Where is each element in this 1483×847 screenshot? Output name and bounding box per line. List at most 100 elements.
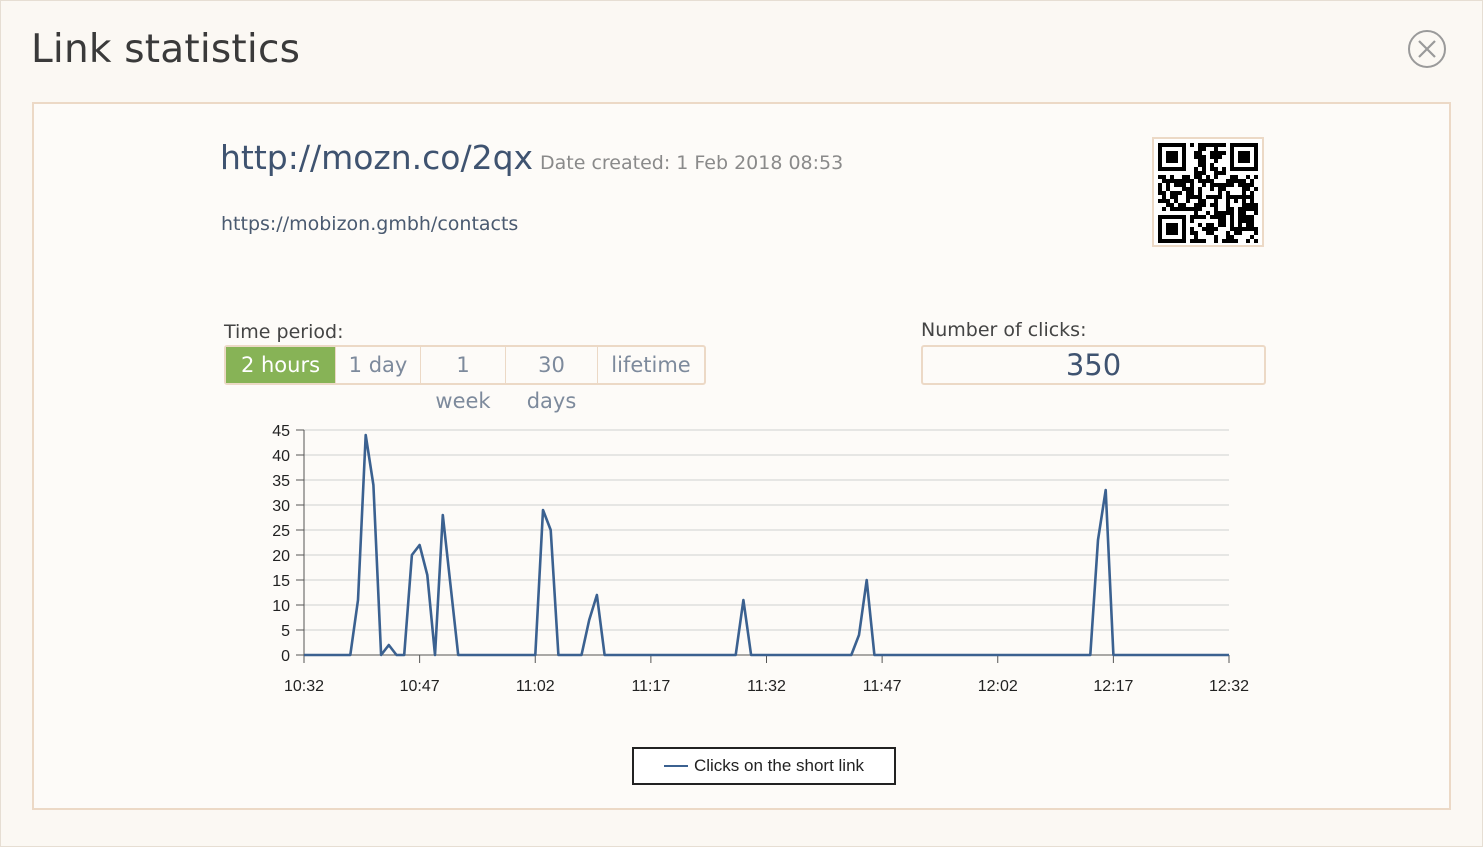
period-2-hours-button[interactable]: 2 hours	[226, 347, 335, 383]
qr-module	[1242, 207, 1246, 211]
qr-module	[1198, 143, 1202, 147]
qr-module	[1178, 183, 1182, 187]
y-tick-label: 25	[272, 523, 290, 540]
qr-module	[1178, 203, 1182, 207]
qr-module	[1190, 239, 1194, 243]
qr-module	[1242, 199, 1246, 203]
qr-module	[1214, 227, 1218, 231]
qr-module	[1198, 199, 1202, 203]
qr-module	[1230, 175, 1234, 179]
qr-module	[1202, 143, 1206, 147]
qr-module	[1230, 215, 1234, 219]
qr-module	[1174, 183, 1178, 187]
qr-module	[1206, 143, 1210, 147]
x-tick-label: 12:02	[978, 678, 1018, 695]
qr-module	[1250, 227, 1254, 231]
qr-module	[1246, 175, 1250, 179]
qr-module	[1222, 143, 1226, 147]
qr-module	[1162, 199, 1166, 203]
qr-module	[1242, 219, 1246, 223]
qr-module	[1250, 215, 1254, 219]
qr-module	[1226, 235, 1230, 239]
qr-module	[1206, 175, 1210, 179]
long-url[interactable]: https://mobizon.gmbh/contacts	[221, 213, 518, 235]
legend-label: Clicks on the short link	[693, 756, 865, 775]
qr-module	[1222, 219, 1226, 223]
qr-module	[1198, 155, 1202, 159]
x-tick-label: 12:17	[1093, 678, 1133, 695]
qr-module	[1194, 167, 1198, 171]
qr-module	[1210, 167, 1214, 171]
qr-module	[1242, 203, 1246, 207]
qr-module	[1242, 187, 1246, 191]
period-1-day-button[interactable]: 1 day	[335, 347, 420, 383]
qr-module	[1174, 179, 1178, 183]
qr-module	[1186, 175, 1190, 179]
qr-module	[1206, 223, 1210, 227]
qr-module	[1202, 239, 1206, 243]
qr-module	[1206, 231, 1210, 235]
qr-module	[1250, 183, 1254, 187]
qr-module	[1174, 207, 1178, 211]
qr-module	[1198, 151, 1202, 155]
qr-module	[1190, 207, 1194, 211]
period-lifetime-button[interactable]: lifetime	[597, 347, 704, 383]
qr-module	[1238, 207, 1242, 211]
qr-module	[1230, 239, 1234, 243]
y-tick-label: 20	[272, 548, 290, 565]
qr-module	[1218, 187, 1222, 191]
period-1-week-button[interactable]: 1 week	[420, 347, 505, 413]
qr-module	[1218, 143, 1222, 147]
qr-module	[1254, 231, 1258, 235]
qr-module	[1174, 199, 1178, 203]
qr-module	[1206, 227, 1210, 231]
qr-module	[1190, 227, 1194, 231]
qr-module	[1234, 175, 1238, 179]
qr-module	[1210, 195, 1214, 199]
x-tick-label: 10:32	[284, 678, 324, 695]
qr-module	[1186, 195, 1190, 199]
short-link[interactable]: http://mozn.co/2qx	[220, 138, 533, 177]
y-tick-label: 10	[272, 598, 290, 615]
qr-module	[1182, 203, 1186, 207]
qr-module	[1214, 167, 1218, 171]
qr-module	[1202, 183, 1206, 187]
period-30-days-button[interactable]: 30 days	[505, 347, 597, 413]
qr-module	[1198, 175, 1202, 179]
qr-module	[1198, 187, 1202, 191]
qr-module	[1178, 191, 1182, 195]
qr-module	[1194, 195, 1198, 199]
qr-module	[1166, 179, 1170, 183]
qr-module	[1218, 211, 1222, 215]
close-button[interactable]	[1408, 30, 1446, 68]
qr-module	[1218, 195, 1222, 199]
qr-module	[1174, 191, 1178, 195]
qr-module	[1210, 155, 1214, 159]
qr-module	[1218, 171, 1222, 175]
qr-module	[1206, 211, 1210, 215]
qr-module	[1254, 203, 1258, 207]
qr-module	[1222, 171, 1226, 175]
qr-module	[1218, 215, 1222, 219]
qr-module	[1158, 175, 1162, 179]
stats-panel: http://mozn.co/2qx Date created: 1 Feb 2…	[32, 102, 1451, 810]
qr-module	[1250, 199, 1254, 203]
qr-module	[1254, 227, 1258, 231]
close-icon	[1418, 40, 1436, 58]
qr-module	[1254, 211, 1258, 215]
qr-module	[1230, 211, 1234, 215]
qr-module	[1242, 211, 1246, 215]
qr-module	[1162, 179, 1166, 183]
qr-module	[1218, 151, 1222, 155]
qr-module	[1158, 191, 1162, 195]
qr-module	[1242, 191, 1246, 195]
qr-module	[1214, 235, 1218, 239]
x-tick-label: 12:32	[1209, 678, 1249, 695]
qr-module	[1218, 183, 1222, 187]
qr-module	[1226, 195, 1230, 199]
qr-module	[1254, 239, 1258, 243]
qr-module	[1242, 215, 1246, 219]
qr-module	[1230, 183, 1234, 187]
qr-module	[1202, 179, 1206, 183]
qr-module	[1202, 155, 1206, 159]
